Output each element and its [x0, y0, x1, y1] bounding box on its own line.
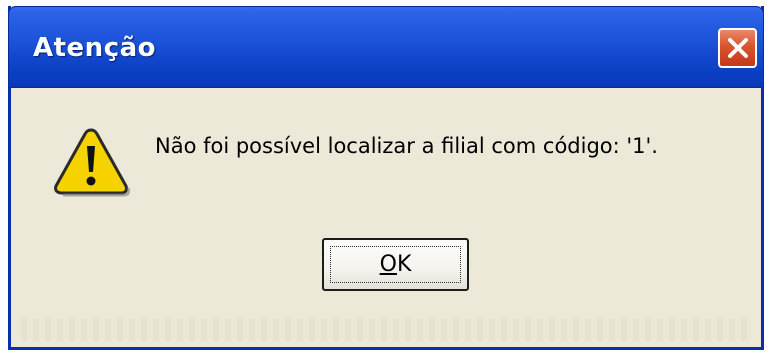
ok-label-rest: K [396, 252, 412, 277]
ok-button[interactable]: OK [322, 238, 469, 291]
bottom-strip [21, 319, 751, 341]
ok-mnemonic: O [379, 252, 397, 277]
dialog-title: Atenção [33, 33, 157, 63]
dialog-message: Não foi possível localizar a filial com … [155, 134, 658, 158]
close-icon [726, 36, 750, 60]
dialog-body: Não foi possível localizar a filial com … [11, 88, 761, 347]
title-bar[interactable]: Atenção [8, 6, 764, 88]
alert-dialog: Atenção Não foi possível localizar a fil… [8, 6, 764, 350]
warning-icon [51, 126, 131, 198]
close-button[interactable] [718, 28, 757, 68]
ok-button-label: OK [380, 252, 412, 277]
